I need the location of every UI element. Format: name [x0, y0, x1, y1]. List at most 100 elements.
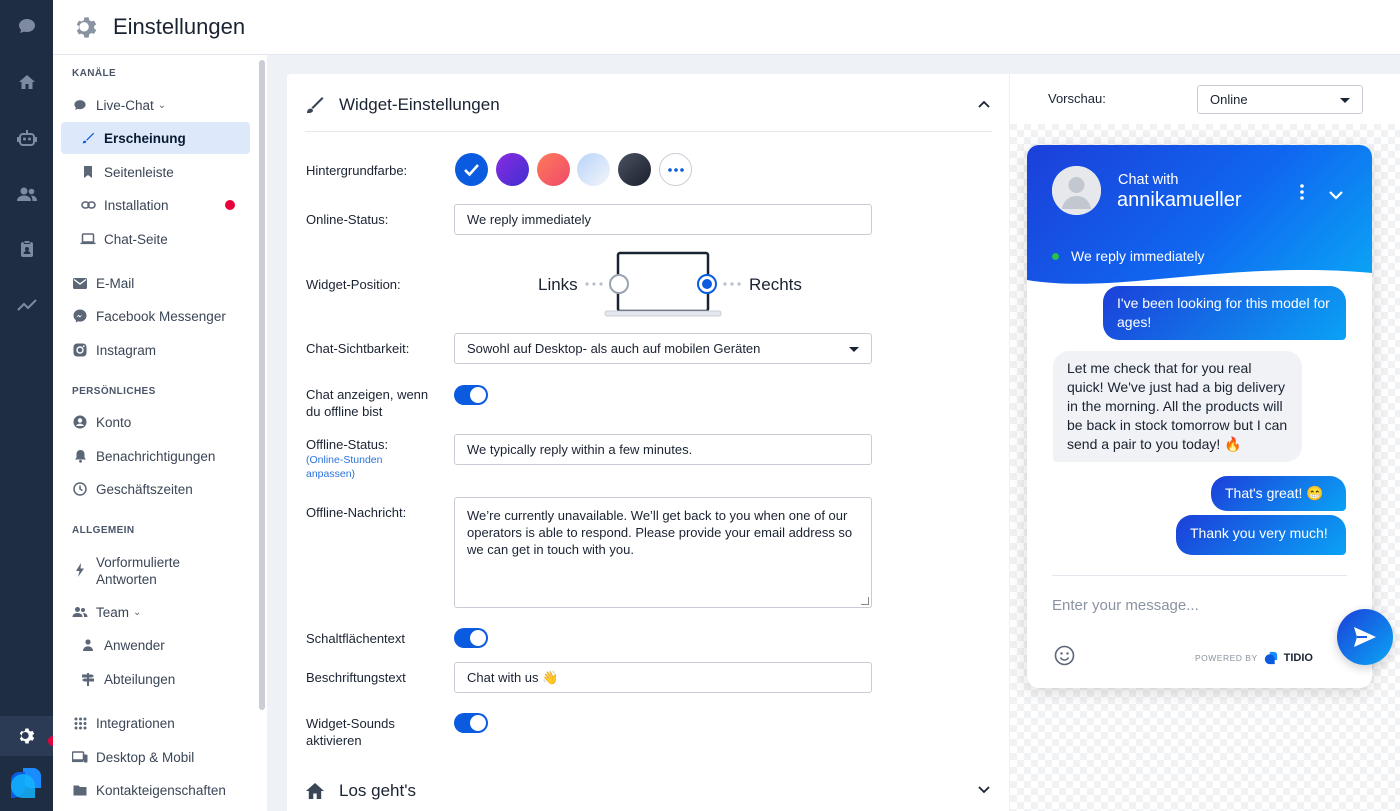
folder-icon: [72, 782, 88, 798]
position-left-radio[interactable]: [609, 274, 629, 294]
status-text: We reply immediately: [1071, 248, 1205, 264]
sidebar-item-seitenleiste[interactable]: Seitenleiste: [61, 156, 250, 188]
button-text-label: Schaltflächentext: [306, 631, 406, 646]
offline-status-label-group: Offline-Status: (Online-Stunden anpassen…: [306, 436, 446, 481]
background-color-label: Hintergrundfarbe:: [306, 163, 408, 178]
position-right-radio[interactable]: [697, 274, 717, 294]
tickets-icon[interactable]: [0, 229, 53, 269]
sidebar-item-konto[interactable]: Konto: [61, 406, 250, 438]
offline-show-toggle[interactable]: [454, 385, 488, 405]
business-hours-link[interactable]: (Online-Stunden anpassen): [306, 453, 396, 481]
sounds-toggle[interactable]: [454, 713, 488, 733]
team-icon: [72, 604, 88, 620]
settings-gear-icon[interactable]: [0, 716, 53, 756]
preview-mode-select[interactable]: Online: [1197, 85, 1363, 114]
mail-icon: [72, 275, 88, 291]
color-swatch-coral[interactable]: [537, 153, 570, 186]
sidebar-item-benachrichtigungen[interactable]: Benachrichtigungen: [61, 440, 250, 472]
sidebar-item-kontakteigenschaften[interactable]: Kontakteigenschaften: [61, 774, 250, 806]
section-heading: PERSÖNLICHES: [72, 386, 156, 397]
bot-icon[interactable]: [0, 118, 53, 158]
message-visitor: That's great! 😁: [1211, 476, 1346, 511]
chevron-down-icon[interactable]: [977, 783, 991, 802]
getting-started-header[interactable]: Los geht's: [305, 781, 416, 801]
color-swatch-blue[interactable]: [455, 153, 488, 186]
label-text-label: Beschriftungstext: [306, 670, 406, 685]
color-swatch-light[interactable]: [577, 153, 610, 186]
minimize-chevron-icon[interactable]: [1328, 187, 1344, 205]
sidebar-item-label: Team: [96, 604, 130, 620]
sidebar-item-integrationen[interactable]: Integrationen: [61, 707, 250, 739]
brush-icon: [80, 130, 96, 146]
laptop-icon: [80, 231, 96, 247]
position-left-label: Links: [538, 275, 578, 294]
sidebar-item-label: Kontakteigenschaften: [96, 782, 226, 798]
powered-by-label: POWERED BY: [1195, 653, 1258, 663]
online-status-input[interactable]: We reply immediately: [454, 204, 872, 235]
bookmark-icon: [80, 164, 96, 180]
sidebar-item-label: E-Mail: [96, 275, 135, 291]
chat-bubble-icon[interactable]: [0, 6, 53, 46]
messenger-icon: [72, 308, 88, 324]
more-colors-button[interactable]: [659, 153, 692, 186]
online-status-label: Online-Status:: [306, 212, 389, 227]
offline-message-textarea[interactable]: We’re currently unavailable. We’ll get b…: [454, 497, 872, 608]
button-text-toggle[interactable]: [454, 628, 488, 648]
widget-settings-header[interactable]: Widget-Einstellungen: [305, 95, 500, 115]
sidebar-scrollbar[interactable]: [259, 60, 265, 710]
avatar: [1052, 166, 1101, 215]
sidebar-item-installation[interactable]: Installation: [61, 189, 250, 221]
sidebar-item-desktop-mobil[interactable]: Desktop & Mobil: [61, 741, 250, 773]
dropdown-arrow-icon: [1340, 98, 1350, 103]
home-icon[interactable]: [0, 62, 53, 102]
sidebar-item-vorformulierte-antworten[interactable]: Vorformulierte Antworten: [61, 552, 250, 590]
emoji-icon[interactable]: [1054, 645, 1075, 671]
color-swatch-dark[interactable]: [618, 153, 651, 186]
sidebar-item-email[interactable]: E-Mail: [61, 267, 250, 299]
divider: [1052, 575, 1347, 576]
divider: [305, 131, 992, 132]
ellipsis-icon: [667, 167, 684, 172]
sidebar-item-label: Installation: [104, 197, 169, 213]
alert-dot: [225, 200, 235, 210]
sidebar-item-team[interactable]: Team ⌄: [61, 596, 250, 628]
analytics-icon[interactable]: [0, 285, 53, 325]
sidebar-item-chat-seite[interactable]: Chat-Seite: [61, 223, 250, 255]
widget-position-label: Widget-Position:: [306, 277, 401, 292]
sidebar-item-anwender[interactable]: Anwender: [61, 629, 250, 661]
sidebar-item-label: Benachrichtigungen: [96, 448, 216, 464]
more-options-icon[interactable]: [1299, 183, 1305, 206]
lightning-icon: [72, 562, 88, 578]
sidebar-item-live-chat[interactable]: Live-Chat ⌄: [61, 89, 250, 121]
sidebar-item-label: Vorformulierte Antworten: [96, 555, 181, 587]
offline-message-text: We’re currently unavailable. We’ll get b…: [467, 508, 853, 557]
icon-rail: [0, 0, 58, 811]
link-icon: [80, 197, 96, 213]
offline-status-label: Offline-Status:: [306, 437, 389, 452]
sidebar-item-geschaeftszeiten[interactable]: Geschäftszeiten: [61, 473, 250, 505]
position-right-label: Rechts: [749, 275, 802, 294]
tidio-logo-icon[interactable]: [9, 766, 43, 800]
offline-show-label: Chat anzeigen, wenn du offline bist: [306, 387, 429, 419]
color-swatch-violet[interactable]: [496, 153, 529, 186]
sidebar-item-abteilungen[interactable]: Abteilungen: [61, 663, 250, 695]
page-title: Einstellungen: [113, 14, 246, 39]
chat-with-label: Chat with: [1118, 172, 1179, 188]
chat-widget-preview: Chat with annikamueller We reply immedia…: [1027, 145, 1372, 688]
sidebar-item-erscheinung[interactable]: Erscheinung: [61, 122, 250, 154]
visibility-select[interactable]: Sowohl auf Desktop- als auch auf mobilen…: [454, 333, 872, 364]
sidebar-item-instagram[interactable]: Instagram: [61, 334, 250, 366]
send-button[interactable]: [1337, 609, 1393, 665]
visibility-value: Sowohl auf Desktop- als auch auf mobilen…: [467, 341, 761, 356]
sidebar-item-facebook-messenger[interactable]: Facebook Messenger: [61, 300, 250, 332]
message-input[interactable]: Enter your message...: [1052, 597, 1199, 614]
label-text-input[interactable]: Chat with us 👋: [454, 662, 872, 693]
resize-handle[interactable]: [861, 597, 869, 605]
contacts-icon[interactable]: [0, 174, 53, 214]
sidebar-item-label: Instagram: [96, 342, 157, 358]
grid-icon: [72, 715, 88, 731]
chevron-up-icon[interactable]: [977, 97, 991, 116]
brush-icon: [307, 97, 324, 113]
preview-mode-value: Online: [1210, 92, 1248, 107]
offline-status-input[interactable]: We typically reply within a few minutes.: [454, 434, 872, 465]
